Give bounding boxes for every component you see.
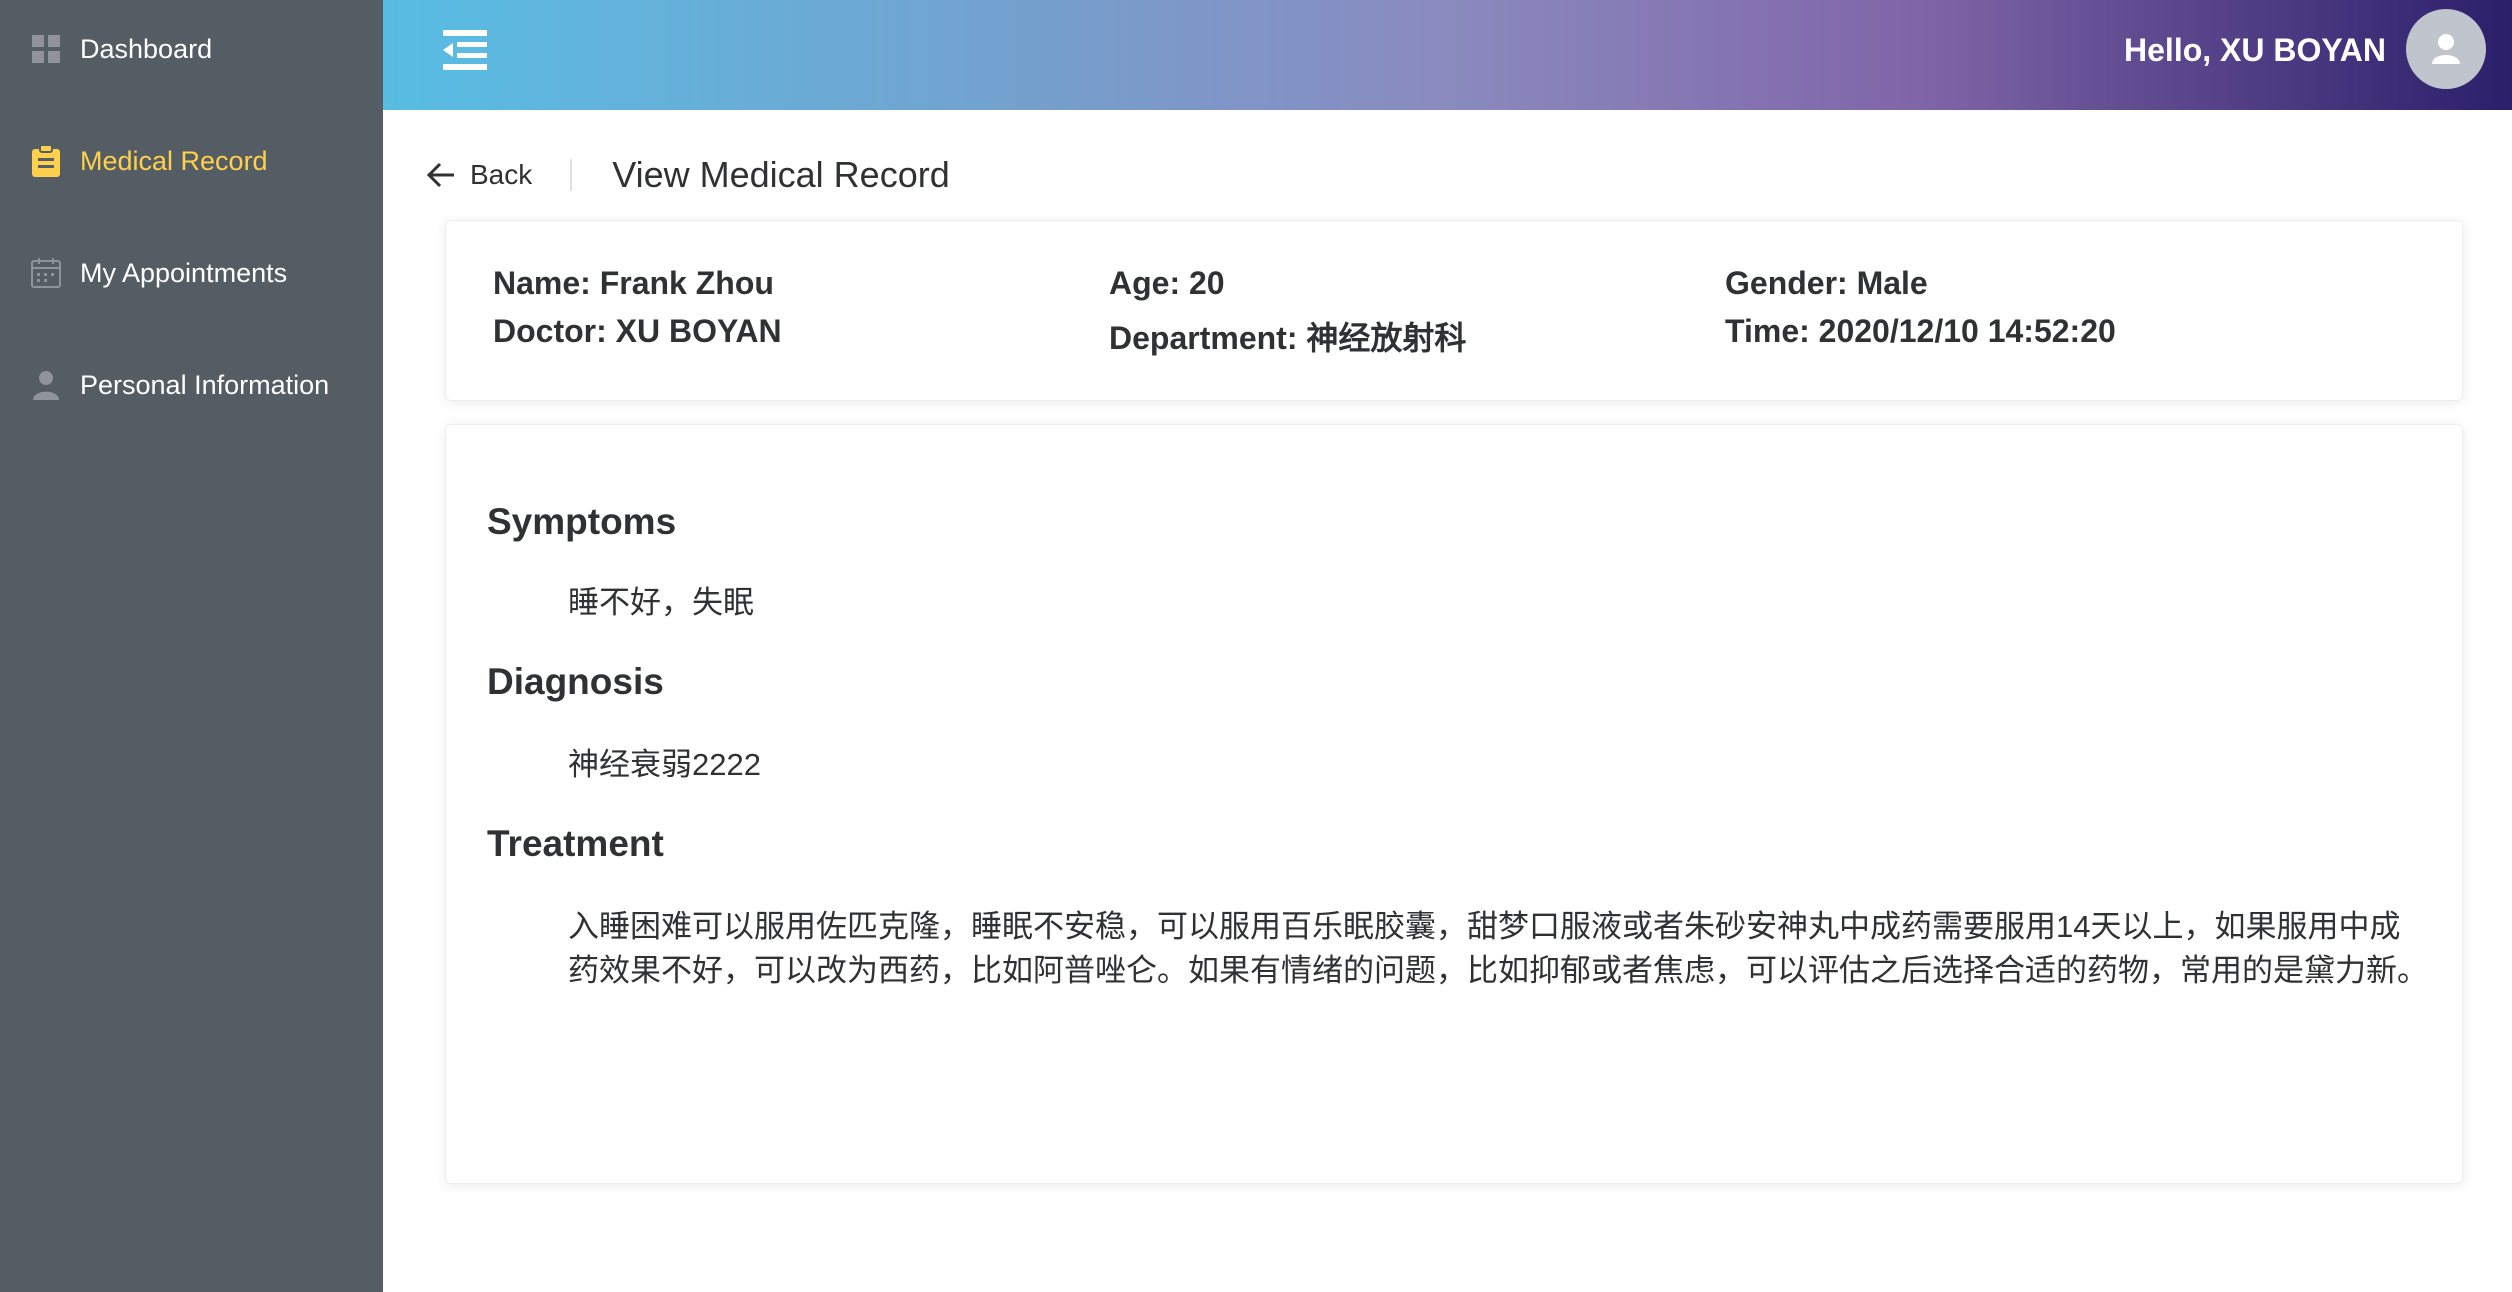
sidebar-item-medical-record[interactable]: Medical Record	[0, 105, 383, 217]
top-header: Hello, XU BOYAN	[383, 0, 2512, 110]
dashboard-icon	[30, 33, 62, 65]
user-avatar-icon[interactable]	[2406, 9, 2486, 89]
patient-info-card: Name: Frank Zhou Age: 20 Gender: Male Do…	[445, 220, 2463, 401]
clipboard-icon	[30, 145, 62, 177]
patient-name: Name: Frank Zhou	[493, 265, 774, 301]
sidebar-item-label: Personal Information	[80, 369, 330, 400]
sidebar-item-personal-information[interactable]: Personal Information	[0, 329, 383, 441]
diagnosis-text: 神经衰弱2222	[568, 747, 761, 782]
diagnosis-title: Diagnosis	[487, 661, 664, 702]
treatment-title: Treatment	[487, 823, 664, 864]
back-button[interactable]: Back	[426, 159, 532, 191]
divider	[570, 159, 573, 191]
sidebar-item-label: Dashboard	[80, 33, 213, 64]
sidebar-item-my-appointments[interactable]: My Appointments	[0, 217, 383, 329]
record-detail-card: Symptoms 睡不好，失眠 Diagnosis 神经衰弱2222 Treat…	[445, 424, 2463, 1184]
patient-age: Age: 20	[1109, 265, 1225, 301]
department: Department: 神经放射科	[1109, 320, 1467, 356]
treatment-text: 入睡困难可以服用佐匹克隆，睡眠不安稳，可以服用百乐眠胶囊，甜梦口服液或者朱砂安神…	[568, 909, 2428, 988]
record-time: Time: 2020/12/10 14:52:20	[1725, 313, 2116, 349]
sidebar-item-dashboard[interactable]: Dashboard	[0, 0, 383, 105]
symptoms-text: 睡不好，失眠	[568, 585, 754, 620]
page-header: Back View Medical Record	[426, 150, 950, 200]
back-label: Back	[470, 159, 533, 190]
info-row: Doctor: XU BOYAN Department: 神经放射科 Time:…	[493, 313, 2433, 359]
arrow-left-icon	[426, 162, 454, 188]
doctor-name: Doctor: XU BOYAN	[493, 313, 782, 349]
page-title: View Medical Record	[612, 154, 950, 195]
user-icon	[30, 369, 62, 401]
patient-gender: Gender: Male	[1725, 265, 1928, 301]
sidebar: Dashboard Medical Record My Appointments…	[0, 0, 383, 1292]
user-greeting: Hello, XU BOYAN	[2124, 32, 2386, 68]
calendar-icon	[30, 257, 62, 289]
menu-fold-icon[interactable]	[439, 28, 489, 72]
info-row: Name: Frank Zhou Age: 20 Gender: Male	[493, 265, 2433, 302]
sidebar-item-label: Medical Record	[80, 145, 268, 176]
sidebar-item-label: My Appointments	[80, 257, 288, 288]
symptoms-title: Symptoms	[487, 501, 677, 542]
